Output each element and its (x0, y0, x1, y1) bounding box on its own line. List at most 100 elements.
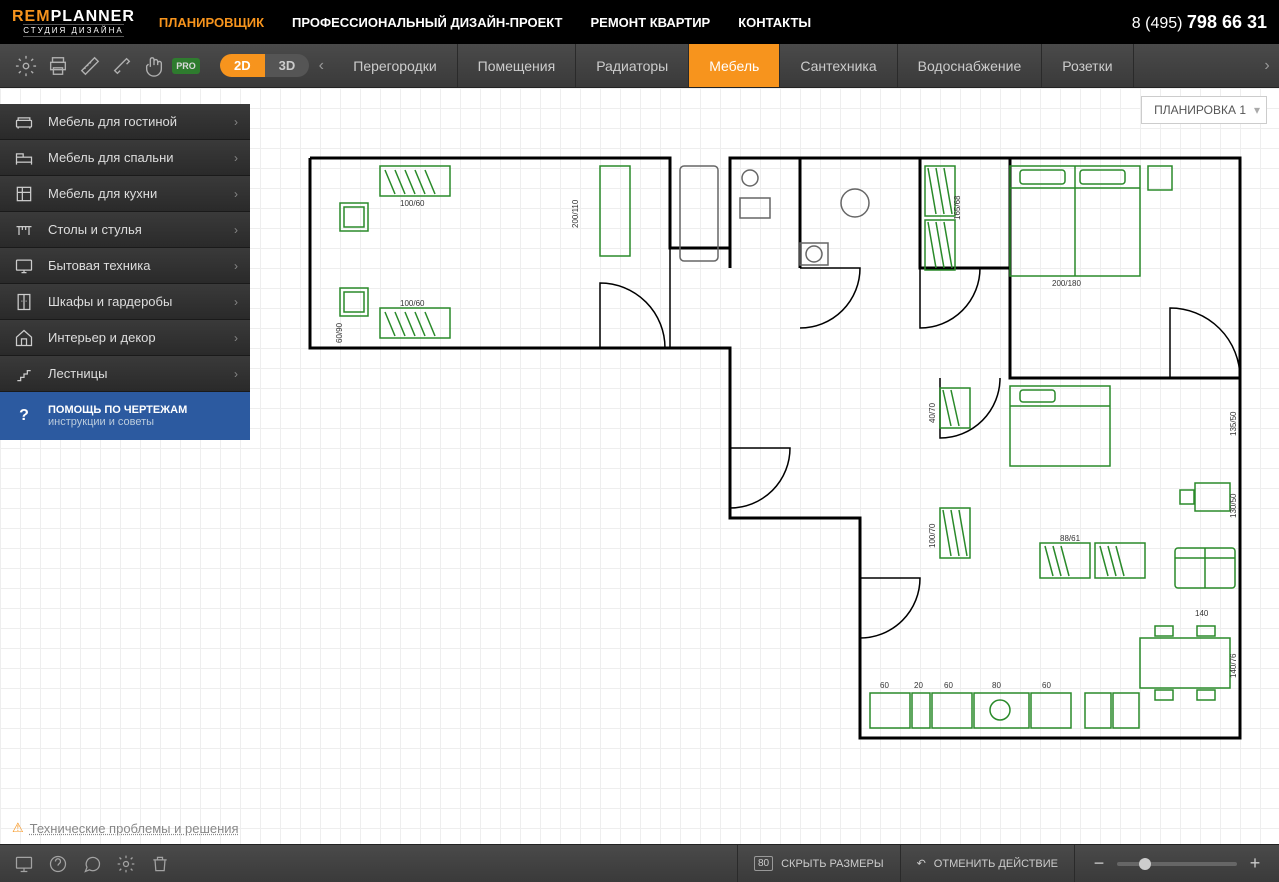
sidebar-item-wardrobes[interactable]: Шкафы и гардеробы › (0, 284, 250, 320)
logo-sub: СТУДИЯ ДИЗАЙНА (23, 24, 124, 37)
svg-text:140: 140 (1195, 609, 1209, 618)
zoom-out-button[interactable]: − (1091, 853, 1107, 874)
sidebar-label: Шкафы и гардеробы (48, 294, 234, 309)
svg-text:40/70: 40/70 (928, 402, 937, 423)
tab-water[interactable]: Водоснабжение (898, 44, 1043, 87)
kitchen-icon (12, 182, 36, 206)
nav-planner[interactable]: ПЛАНИРОВЩИК (159, 15, 264, 30)
svg-text:130/50: 130/50 (1229, 493, 1238, 518)
phone-number: 8 (495) 798 66 31 (1132, 12, 1267, 33)
view-3d-button[interactable]: 3D (265, 54, 310, 77)
logo[interactable]: REMPLANNER СТУДИЯ ДИЗАЙНА (12, 8, 135, 37)
svg-text:100/70: 100/70 (928, 523, 937, 548)
technical-problems-link[interactable]: ⚠ Технические проблемы и решения (12, 820, 239, 836)
sidebar-help-item[interactable]: ? ПОМОЩЬ ПО ЧЕРТЕЖАМ инструкции и советы (0, 392, 250, 440)
chevron-right-icon: › (234, 187, 238, 201)
sidebar-label: Лестницы (48, 366, 234, 381)
pro-badge[interactable]: PRO (172, 52, 200, 80)
sidebar-item-kitchen[interactable]: Мебель для кухни › (0, 176, 250, 212)
sidebar-item-decor[interactable]: Интерьер и декор › (0, 320, 250, 356)
zoom-slider[interactable] (1117, 862, 1237, 866)
tab-plumbing[interactable]: Сантехника (780, 44, 897, 87)
bottom-bar: 80 СКРЫТЬ РАЗМЕРЫ ↶ ОТМЕНИТЬ ДЕЙСТВИЕ − … (0, 844, 1279, 882)
chevron-right-icon: › (234, 367, 238, 381)
sidebar-label: Мебель для спальни (48, 150, 234, 165)
tab-walls[interactable]: Перегородки (333, 44, 457, 87)
warning-icon: ⚠ (12, 820, 24, 836)
svg-text:60: 60 (1042, 681, 1051, 690)
sidebar-label: Интерьер и декор (48, 330, 234, 345)
svg-text:100/60: 100/60 (400, 299, 425, 308)
nav-renovation[interactable]: РЕМОНТ КВАРТИР (590, 15, 710, 30)
svg-text:140/76: 140/76 (1229, 653, 1238, 678)
stairs-icon (12, 362, 36, 386)
sidebar-item-stairs[interactable]: Лестницы › (0, 356, 250, 392)
chevron-right-icon: › (234, 151, 238, 165)
svg-text:88/61: 88/61 (1060, 534, 1081, 543)
sidebar-label: Мебель для гостиной (48, 114, 234, 129)
home-icon (12, 326, 36, 350)
sidebar-item-bedroom[interactable]: Мебель для спальни › (0, 140, 250, 176)
undo-icon: ↶ (917, 857, 926, 870)
help-circle-icon[interactable] (42, 848, 74, 880)
floor-plan[interactable]: 100/60 200/110 100/60 60/90 165/68 200/1… (300, 148, 1270, 748)
view-toggle: 2D 3D (220, 54, 309, 77)
top-header: REMPLANNER СТУДИЯ ДИЗАЙНА ПЛАНИРОВЩИК ПР… (0, 0, 1279, 44)
sidebar-label: Мебель для кухни (48, 186, 234, 201)
help-text: ПОМОЩЬ ПО ЧЕРТЕЖАМ инструкции и советы (48, 404, 187, 428)
toolbar: PRO 2D 3D ‹ Перегородки Помещения Радиат… (0, 44, 1279, 88)
ruler-icon[interactable] (76, 52, 104, 80)
zoom-in-button[interactable]: + (1247, 853, 1263, 874)
bottom-icons-group (0, 848, 184, 880)
gear-icon[interactable] (110, 848, 142, 880)
settings-gear-icon[interactable] (12, 52, 40, 80)
tabs-scroll-left-icon[interactable]: ‹ (309, 44, 333, 88)
tab-radiators[interactable]: Радиаторы (576, 44, 689, 87)
print-icon[interactable] (44, 52, 72, 80)
hide-sizes-button[interactable]: 80 СКРЫТЬ РАЗМЕРЫ (737, 845, 900, 882)
svg-text:20: 20 (914, 681, 923, 690)
sidebar-item-appliances[interactable]: Бытовая техника › (0, 248, 250, 284)
view-2d-button[interactable]: 2D (220, 54, 265, 77)
nav-design[interactable]: ПРОФЕССИОНАЛЬНЫЙ ДИЗАЙН-ПРОЕКТ (292, 15, 562, 30)
zoom-control: − + (1074, 845, 1279, 882)
sidebar-label: Столы и стулья (48, 222, 234, 237)
screen-icon[interactable] (8, 848, 40, 880)
tab-furniture[interactable]: Мебель (689, 44, 780, 87)
svg-text:60: 60 (880, 681, 889, 690)
sofa-icon (12, 110, 36, 134)
tools-icon[interactable] (108, 52, 136, 80)
canvas-area[interactable]: Мебель для гостиной › Мебель для спальни… (0, 88, 1279, 844)
svg-text:60/90: 60/90 (335, 322, 344, 343)
main-nav: ПЛАНИРОВЩИК ПРОФЕССИОНАЛЬНЫЙ ДИЗАЙН-ПРОЕ… (159, 15, 811, 30)
wardrobe-icon (12, 290, 36, 314)
furniture-sidebar: Мебель для гостиной › Мебель для спальни… (0, 104, 250, 440)
chat-icon[interactable] (76, 848, 108, 880)
nav-contacts[interactable]: КОНТАКТЫ (738, 15, 811, 30)
sidebar-item-living[interactable]: Мебель для гостиной › (0, 104, 250, 140)
sidebar-item-tables[interactable]: Столы и стулья › (0, 212, 250, 248)
svg-text:200/180: 200/180 (1052, 279, 1081, 288)
table-icon (12, 218, 36, 242)
dimension-icon: 80 (754, 856, 773, 871)
sidebar-label: Бытовая техника (48, 258, 234, 273)
trash-icon[interactable] (144, 848, 176, 880)
tool-icons-group: PRO (0, 52, 212, 80)
tab-sockets[interactable]: Розетки (1042, 44, 1133, 87)
svg-text:100/60: 100/60 (400, 199, 425, 208)
plan-layout-dropdown[interactable]: ПЛАНИРОВКА 1 (1141, 96, 1267, 124)
tab-rooms[interactable]: Помещения (458, 44, 577, 87)
hand-icon[interactable] (140, 52, 168, 80)
undo-button[interactable]: ↶ ОТМЕНИТЬ ДЕЙСТВИЕ (900, 845, 1074, 882)
svg-text:80: 80 (992, 681, 1001, 690)
svg-text:200/110: 200/110 (571, 199, 580, 228)
question-icon: ? (12, 404, 36, 428)
chevron-right-icon: › (234, 259, 238, 273)
tabs-scroll-right-icon[interactable]: › (1255, 44, 1279, 88)
bed-icon (12, 146, 36, 170)
chevron-right-icon: › (234, 115, 238, 129)
category-tabs: Перегородки Помещения Радиаторы Мебель С… (333, 44, 1255, 87)
svg-text:165/68: 165/68 (953, 195, 962, 220)
svg-text:60: 60 (944, 681, 953, 690)
chevron-right-icon: › (234, 223, 238, 237)
